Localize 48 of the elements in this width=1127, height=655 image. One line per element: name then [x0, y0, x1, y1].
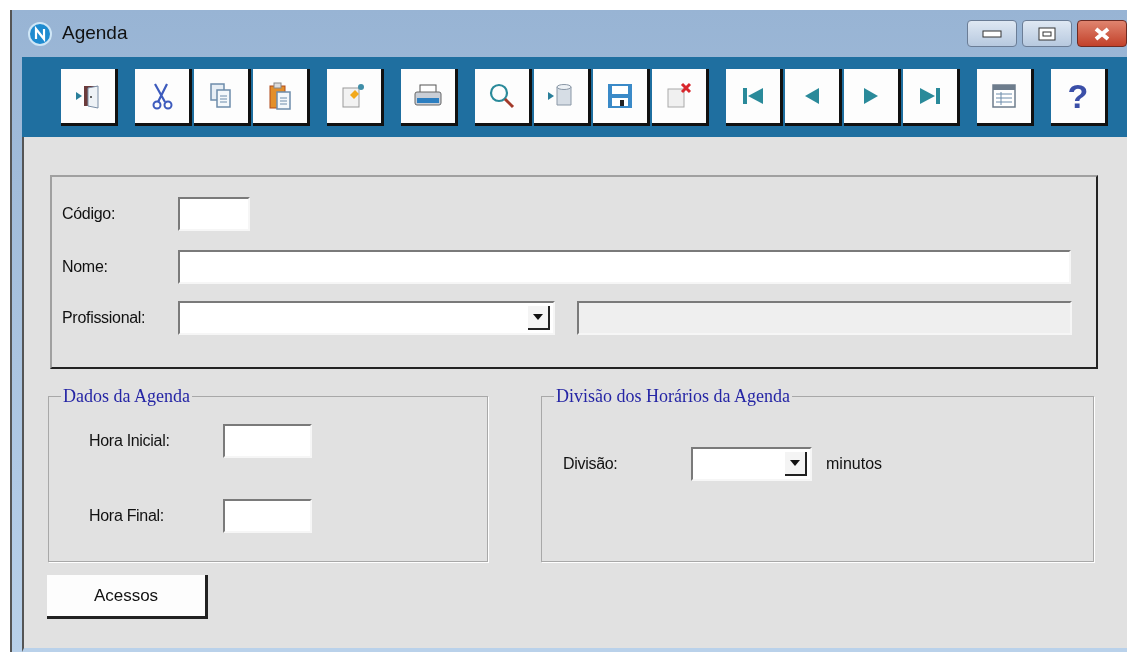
toolbar-button[interactable]: [194, 68, 251, 126]
toolbar-button[interactable]: [844, 68, 901, 126]
last-record-icon: [918, 85, 942, 106]
field-label: Hora Final:: [89, 506, 165, 526]
toolbar-button[interactable]: [785, 68, 842, 126]
app-logo-icon: [28, 21, 52, 46]
dropdown-field[interactable]: [691, 447, 812, 481]
field-label: Profissional:: [62, 308, 147, 328]
dropdown-field[interactable]: [178, 301, 555, 335]
input-field[interactable]: [223, 424, 312, 458]
minimize-icon: [982, 29, 1002, 38]
toolbar-button[interactable]: [593, 68, 650, 126]
table-icon: [991, 82, 1017, 109]
toolbar-button[interactable]: [475, 68, 532, 126]
field-label: Código:: [62, 204, 117, 224]
toolbar-button[interactable]: [327, 68, 384, 126]
input-field[interactable]: [178, 250, 1071, 284]
toolbar-button[interactable]: [652, 68, 709, 126]
copy-icon: [208, 80, 234, 111]
toolbar-button[interactable]: [135, 68, 192, 126]
help-button[interactable]: ?: [1051, 68, 1108, 126]
input-field[interactable]: [178, 197, 250, 231]
field-label: Nome:: [62, 257, 109, 277]
next-icon: [862, 85, 880, 106]
window-title: Agenda: [62, 21, 128, 46]
close-button[interactable]: [1077, 20, 1127, 47]
delete-record-icon: [664, 80, 694, 111]
toolbar-button[interactable]: [726, 68, 783, 126]
printer-icon: [413, 82, 443, 109]
unit-label: minutos: [826, 454, 883, 474]
access-button[interactable]: Acessos: [47, 575, 208, 619]
clipboard-icon: [267, 80, 293, 111]
toolbar-button[interactable]: [401, 68, 458, 126]
maximize-button[interactable]: [1022, 20, 1072, 47]
field-label: Hora Inicial:: [89, 431, 171, 451]
maximize-icon: [1038, 26, 1056, 41]
previous-icon: [803, 85, 821, 106]
input-field[interactable]: [223, 499, 312, 533]
minimize-button[interactable]: [967, 20, 1017, 47]
close-icon: [1093, 26, 1111, 41]
toolbar-button[interactable]: [534, 68, 591, 126]
toolbar-button[interactable]: [903, 68, 960, 126]
toolbar-button[interactable]: [977, 68, 1034, 126]
toolbar-button[interactable]: [61, 68, 118, 126]
field-label: Divisão:: [563, 454, 619, 474]
toolbar-button[interactable]: [253, 68, 310, 126]
input-field[interactable]: [577, 301, 1072, 335]
first-record-icon: [741, 85, 765, 106]
